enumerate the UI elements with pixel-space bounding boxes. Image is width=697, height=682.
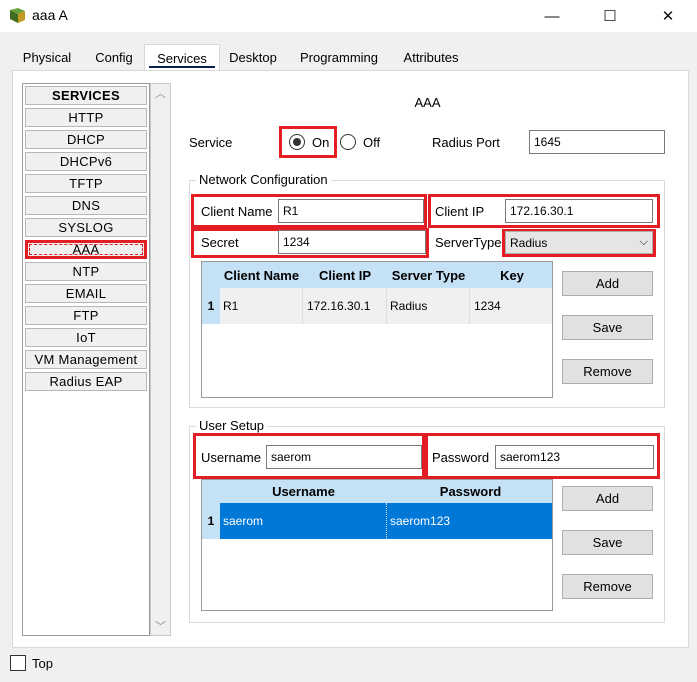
column-header-client-name[interactable]: Client Name [220, 262, 303, 288]
aaa-title: AAA [414, 95, 441, 110]
service-on-radio[interactable] [289, 134, 305, 150]
column-header-client-ip[interactable]: Client IP [303, 262, 387, 288]
service-item-dhcp[interactable]: DHCP [25, 130, 147, 149]
service-item-radius-eap[interactable]: Radius EAP [25, 372, 147, 391]
service-item-ntp[interactable]: NTP [25, 262, 147, 281]
service-item-aaa[interactable]: AAA [25, 240, 147, 259]
table-corner [202, 480, 220, 503]
cell-key[interactable]: 1234 [470, 288, 552, 324]
client-name-label: Client Name [201, 204, 273, 219]
user-save-button[interactable]: Save [562, 530, 653, 555]
window-title: aaa A [32, 7, 68, 23]
username-label: Username [201, 450, 261, 465]
network-config-title: Network Configuration [196, 172, 331, 187]
user-table[interactable]: Username Password 1 saerom saerom123 [201, 479, 553, 611]
radius-port-field[interactable]: 1645 [529, 130, 665, 154]
maximize-button[interactable]: ☐ [587, 0, 633, 32]
top-checkbox[interactable] [10, 655, 26, 671]
top-label: Top [32, 656, 53, 671]
cell-server-type[interactable]: Radius [387, 288, 470, 324]
password-field[interactable]: saerom123 [495, 445, 654, 469]
services-header: SERVICES [25, 86, 147, 105]
service-off-radio[interactable] [340, 134, 356, 150]
user-setup-title: User Setup [196, 418, 268, 433]
close-button[interactable]: ✕ [645, 0, 691, 32]
service-item-ftp[interactable]: FTP [25, 306, 147, 325]
cell-client-name[interactable]: R1 [220, 288, 303, 324]
tab-programming[interactable]: Programming [292, 44, 386, 70]
service-on-label: On [312, 135, 330, 150]
service-item-email[interactable]: EMAIL [25, 284, 147, 303]
service-off-label: Off [363, 135, 381, 150]
column-header-server-type[interactable]: Server Type [387, 262, 470, 288]
service-item-vm-management[interactable]: VM Management [25, 350, 147, 369]
client-ip-field[interactable]: 172.16.30.1 [505, 199, 653, 223]
client-save-button[interactable]: Save [562, 315, 653, 340]
client-name-field[interactable]: R1 [278, 199, 424, 223]
client-add-button[interactable]: Add [562, 271, 653, 296]
server-type-label: ServerType [435, 235, 502, 250]
row-number: 1 [202, 288, 220, 324]
tab-physical[interactable]: Physical [12, 44, 82, 70]
username-field[interactable]: saerom [266, 445, 422, 469]
server-type-select[interactable]: Radius ⌵ [505, 231, 653, 254]
column-header-username[interactable]: Username [220, 480, 387, 503]
cell-client-ip[interactable]: 172.16.30.1 [303, 288, 387, 324]
service-item-iot[interactable]: IoT [25, 328, 147, 347]
service-item-dns[interactable]: DNS [25, 196, 147, 215]
service-item-tftp[interactable]: TFTP [25, 174, 147, 193]
client-ip-label: Client IP [435, 204, 485, 219]
tab-config[interactable]: Config [88, 44, 140, 70]
table-corner [202, 262, 220, 288]
server-type-value: Radius [510, 235, 548, 250]
tab-bar: Physical Config Services Desktop Program… [10, 44, 690, 71]
row-number: 1 [202, 503, 220, 539]
service-item-http[interactable]: HTTP [25, 108, 147, 127]
tab-attributes[interactable]: Attributes [392, 44, 470, 70]
service-item-syslog[interactable]: SYSLOG [25, 218, 147, 237]
chevron-down-icon: ⌵ [639, 236, 648, 248]
client-remove-button[interactable]: Remove [562, 359, 653, 384]
column-header-key[interactable]: Key [470, 262, 552, 288]
user-remove-button[interactable]: Remove [562, 574, 653, 599]
client-table[interactable]: Client Name Client IP Server Type Key 1 … [201, 261, 553, 398]
scroll-up-icon[interactable]: ︿ [151, 84, 170, 102]
services-scrollbar[interactable]: ︿ ﹀ [150, 83, 171, 636]
radius-port-label: Radius Port [432, 135, 500, 150]
minimize-button[interactable]: — [529, 0, 575, 32]
user-add-button[interactable]: Add [562, 486, 653, 511]
secret-field[interactable]: 1234 [278, 230, 426, 254]
cell-password[interactable]: saerom123 [387, 503, 552, 539]
router-app-icon [8, 6, 28, 26]
tab-desktop[interactable]: Desktop [222, 44, 284, 70]
service-label: Service [189, 135, 233, 150]
cell-username[interactable]: saerom [220, 503, 387, 539]
secret-label: Secret [201, 235, 239, 250]
password-label: Password [432, 450, 490, 465]
service-item-dhcpv6[interactable]: DHCPv6 [25, 152, 147, 171]
scroll-down-icon[interactable]: ﹀ [151, 617, 170, 635]
active-tab-indicator [149, 66, 215, 68]
column-header-password[interactable]: Password [387, 480, 552, 503]
